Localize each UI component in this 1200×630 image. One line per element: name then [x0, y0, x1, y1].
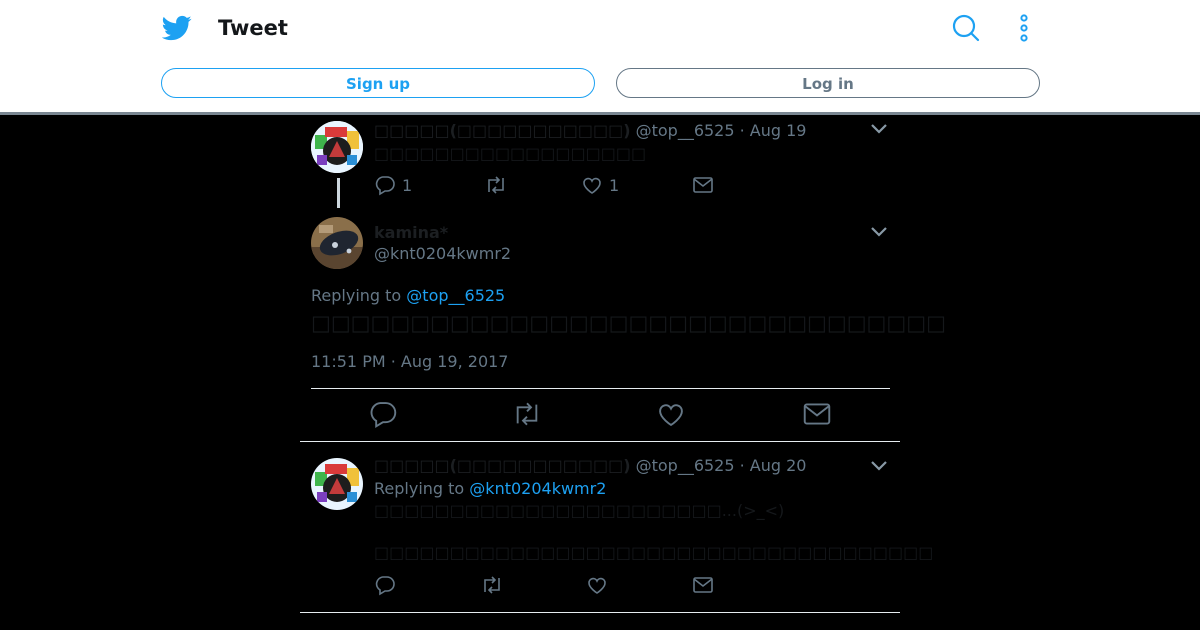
tweet-date[interactable]: · Aug 20: [740, 456, 807, 475]
retweet-action[interactable]: [480, 574, 504, 596]
more-vertical-icon[interactable]: [1008, 12, 1040, 44]
like-count: 1: [609, 175, 620, 195]
replying-prefix: Replying to: [311, 286, 402, 305]
twitter-bird-icon[interactable]: [162, 13, 192, 43]
reply-icon: [374, 174, 396, 196]
chevron-down-icon[interactable]: [870, 226, 888, 238]
divider: [300, 612, 900, 613]
chevron-down-icon[interactable]: [870, 123, 888, 135]
thread-line: [337, 178, 340, 208]
tweet-timestamp[interactable]: 11:51 PM · Aug 19, 2017: [311, 351, 508, 373]
tweet-text: □□□□□□□□□□□□□□□□□□: [374, 144, 647, 163]
reply-action[interactable]: 1: [374, 174, 412, 196]
avatar[interactable]: [311, 458, 363, 510]
replying-to-link[interactable]: @knt0204kwmr2: [469, 479, 606, 498]
retweet-action[interactable]: [511, 399, 543, 429]
conversation-thread: □□□□□(□□□□□□□□□□□) @top__6525 · Aug 19 □…: [300, 115, 946, 630]
retweet-icon: [480, 574, 504, 596]
retweet-icon: [511, 399, 543, 429]
retweet-icon: [484, 174, 508, 196]
dm-action[interactable]: [692, 574, 714, 596]
tweet-header: □□□□□(□□□□□□□□□□□) @top__6525 · Aug 19: [374, 120, 806, 142]
divider: [311, 388, 890, 389]
like-action[interactable]: [656, 399, 686, 429]
like-action[interactable]: [586, 574, 608, 596]
reply-count: 1: [402, 175, 413, 195]
search-icon[interactable]: [950, 12, 982, 44]
reply-icon: [368, 399, 398, 429]
like-action[interactable]: 1: [581, 174, 619, 196]
tweet-date[interactable]: · Aug 19: [740, 121, 807, 140]
chevron-down-icon[interactable]: [870, 460, 888, 472]
avatar[interactable]: [311, 121, 363, 173]
replying-prefix: Replying to: [374, 479, 465, 498]
dm-action[interactable]: [692, 174, 714, 196]
display-name[interactable]: kamina*: [374, 222, 448, 244]
mail-icon: [692, 174, 714, 196]
heart-icon: [656, 399, 686, 429]
tweet-text-line: □□□□□□□□□□□□□□□□□□□□□□□□□□□□□□□□□□□□□: [374, 543, 934, 562]
reply-action[interactable]: [374, 574, 396, 596]
user-handle[interactable]: @top__6525: [636, 456, 735, 475]
replying-to: Replying to @top__6525: [311, 285, 505, 307]
heart-icon: [581, 174, 603, 196]
login-button[interactable]: Log in: [616, 68, 1040, 98]
replying-to-link[interactable]: @top__6525: [406, 286, 505, 305]
page-title: Tweet: [218, 16, 288, 40]
replying-to: Replying to @knt0204kwmr2: [374, 478, 606, 500]
reply-action[interactable]: [368, 399, 398, 429]
display-name[interactable]: □□□□□(□□□□□□□□□□□): [374, 121, 631, 140]
reply-icon: [374, 574, 396, 596]
retweet-action[interactable]: [484, 174, 508, 196]
signup-button[interactable]: Sign up: [161, 68, 595, 98]
tweet-text-line: □□□□□□□□□□□□□□□□□□□□□□□...(>_<): [374, 501, 785, 520]
user-handle[interactable]: @top__6525: [636, 121, 735, 140]
dm-action[interactable]: [802, 399, 832, 429]
user-handle[interactable]: @knt0204kwmr2: [374, 243, 511, 265]
top-header: Tweet Sign up Log in: [0, 0, 1200, 112]
tweet-header: □□□□□(□□□□□□□□□□□) @top__6525 · Aug 20: [374, 455, 806, 477]
heart-icon: [586, 574, 608, 596]
display-name[interactable]: □□□□□(□□□□□□□□□□□): [374, 456, 631, 475]
avatar[interactable]: [311, 217, 363, 269]
mail-icon: [692, 574, 714, 596]
divider: [300, 441, 900, 442]
tweet-text: □□□□□□□□□□□□□□□□□□□□□□□□□□□□□□□□: [311, 311, 946, 335]
mail-icon: [802, 399, 832, 429]
